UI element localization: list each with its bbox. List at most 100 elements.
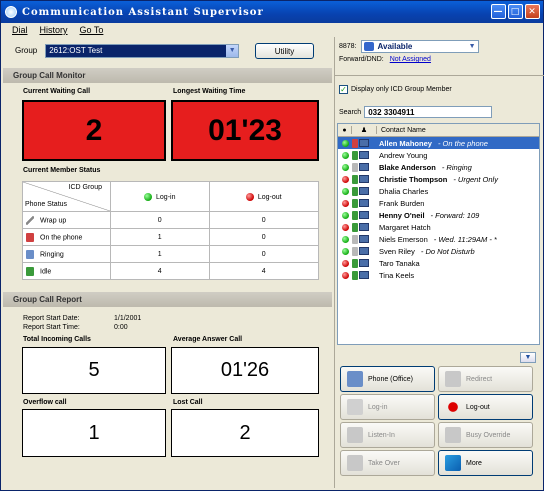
- report-start-time-label: Report Start Time:: [23, 324, 80, 331]
- contact-name-header[interactable]: Contact Name: [377, 127, 426, 134]
- device-icons: [352, 150, 374, 160]
- ringing-icon: [26, 249, 34, 259]
- overflow-label: Overflow call: [23, 399, 67, 406]
- redirect-button[interactable]: Redirect: [438, 366, 533, 392]
- device-icons: [352, 186, 374, 196]
- close-button[interactable]: ✕: [525, 4, 540, 19]
- red-status-icon: [245, 192, 254, 201]
- search-input[interactable]: 032 3304911: [364, 106, 493, 118]
- listen-in-button[interactable]: Listen-In: [340, 422, 435, 448]
- phone-icon: [352, 210, 358, 220]
- list-item[interactable]: Niels Emerson - Wed. 11:29AM - *: [338, 233, 539, 245]
- pc-icon: [359, 258, 369, 267]
- member-status-table: ICD Group Phone Status Log-in Log-out Wr…: [22, 181, 320, 280]
- list-item[interactable]: Frank Burden: [338, 197, 539, 209]
- list-item[interactable]: Margaret Hatch: [338, 221, 539, 233]
- utility-button[interactable]: Utility: [255, 43, 314, 59]
- more-button[interactable]: More: [438, 450, 533, 476]
- presence-dot-icon: [342, 247, 349, 255]
- row-label: Wrap up: [40, 216, 67, 224]
- device-icons: [352, 234, 374, 244]
- checkmark-icon[interactable]: ✓: [339, 85, 348, 94]
- chevron-down-icon[interactable]: ▼: [226, 44, 239, 57]
- divider: [335, 75, 544, 76]
- busy-override-button[interactable]: Busy Override: [438, 422, 533, 448]
- menu-history[interactable]: History: [40, 25, 68, 35]
- phone-icon: [352, 270, 358, 280]
- row-label: On the phone: [40, 233, 83, 241]
- group-select[interactable]: 2612:OST Test ▼: [45, 43, 240, 58]
- login-button[interactable]: Log-in: [340, 394, 435, 420]
- pc-icon: [359, 210, 369, 219]
- device-icons: [352, 246, 374, 256]
- list-item[interactable]: Andrew Young: [338, 149, 539, 161]
- presence-dot-icon: [342, 199, 349, 207]
- member-status-header-row: ICD Group Phone Status Log-in Log-out: [22, 181, 320, 212]
- report-start-date-value: 1/1/2001: [114, 315, 142, 322]
- report-start-date-label: Report Start Date:: [23, 315, 80, 322]
- list-item[interactable]: Tina Keels: [338, 269, 539, 281]
- forward-link[interactable]: Not Assigned: [390, 56, 431, 63]
- right-pane: 8878: Available ▼ Forward/DND: Not Assig…: [334, 37, 544, 488]
- phone-icon: [352, 234, 358, 244]
- search-label: Search: [339, 108, 362, 116]
- presence-dot-icon: [342, 163, 349, 171]
- phone-icon: [347, 371, 363, 387]
- list-item[interactable]: Sven Riley - Do Not Disturb: [338, 245, 539, 257]
- row-label-cell: Idle: [22, 262, 111, 280]
- device-icons: [352, 162, 374, 172]
- phone-office-button[interactable]: Phone (Office): [340, 366, 435, 392]
- contact-name: Margaret Hatch: [379, 222, 431, 232]
- avg-answer-label: Average Answer Call: [173, 336, 243, 343]
- cell-logout: 0: [208, 245, 320, 263]
- expand-icon[interactable]: ▼: [520, 352, 536, 363]
- logout-icon: [445, 399, 461, 415]
- phone-office-label: Phone (Office): [368, 375, 414, 383]
- device-icons: [352, 138, 374, 148]
- contact-status: - Urgent Only: [453, 174, 498, 184]
- menu-dial[interactable]: Dial: [12, 25, 28, 35]
- device-icons: [352, 174, 374, 184]
- list-item[interactable]: Blake Anderson - Ringing: [338, 161, 539, 173]
- title-bar: Communication Assistant Supervisor — □ ✕: [1, 1, 543, 23]
- presence-dot-icon: [342, 223, 349, 231]
- display-icd-only-checkbox[interactable]: ✓ Display only ICD Group Member: [339, 85, 452, 94]
- total-incoming-value: 5: [22, 347, 166, 394]
- presence-select[interactable]: Available ▼: [360, 40, 479, 53]
- lost-call-label: Lost Call: [173, 399, 203, 406]
- phone-icon: [352, 198, 358, 208]
- window-title: Communication Assistant Supervisor: [22, 6, 264, 18]
- row-label: Ringing: [40, 250, 64, 258]
- person-column-icon[interactable]: ♟: [351, 126, 377, 134]
- maximize-button[interactable]: □: [508, 4, 523, 19]
- take-over-label: Take Over: [368, 459, 400, 467]
- take-over-button[interactable]: Take Over: [340, 450, 435, 476]
- menu-goto[interactable]: Go To: [80, 25, 104, 35]
- table-row: Ringing 1 0: [22, 245, 320, 263]
- contact-name: Christie Thompson: [379, 174, 448, 184]
- logout-button[interactable]: Log-out: [438, 394, 533, 420]
- group-call-monitor-header: Group Call Monitor: [3, 68, 332, 83]
- list-item[interactable]: Taro Tanaka: [338, 257, 539, 269]
- total-incoming-label: Total Incoming Calls: [23, 336, 91, 343]
- list-item[interactable]: Allen Mahoney - On the phone: [338, 137, 539, 149]
- cell-login: 0: [110, 211, 210, 229]
- listen-in-label: Listen-In: [368, 431, 395, 439]
- status-column-icon[interactable]: ●: [338, 127, 351, 134]
- contact-name: Allen Mahoney: [379, 138, 432, 148]
- minimize-button[interactable]: —: [491, 4, 506, 19]
- row-label-cell: On the phone: [22, 228, 111, 246]
- contact-status: - On the phone: [437, 138, 488, 148]
- contact-status: - Wed. 11:29AM - *: [433, 234, 497, 244]
- cell-login: 1: [110, 228, 210, 246]
- on-phone-icon: [26, 232, 34, 242]
- list-item[interactable]: Christie Thompson - Urgent Only: [338, 173, 539, 185]
- contact-name: Tina Keels: [379, 270, 415, 280]
- chevron-down-icon[interactable]: ▼: [468, 42, 477, 51]
- table-row: Idle 4 4: [22, 262, 320, 280]
- list-item[interactable]: Dhalia Charles: [338, 185, 539, 197]
- phone-icon: [352, 186, 358, 196]
- pc-icon: [359, 138, 369, 147]
- presence-dot-icon: [342, 175, 349, 183]
- list-item[interactable]: Henny O'neil - Forward: 109: [338, 209, 539, 221]
